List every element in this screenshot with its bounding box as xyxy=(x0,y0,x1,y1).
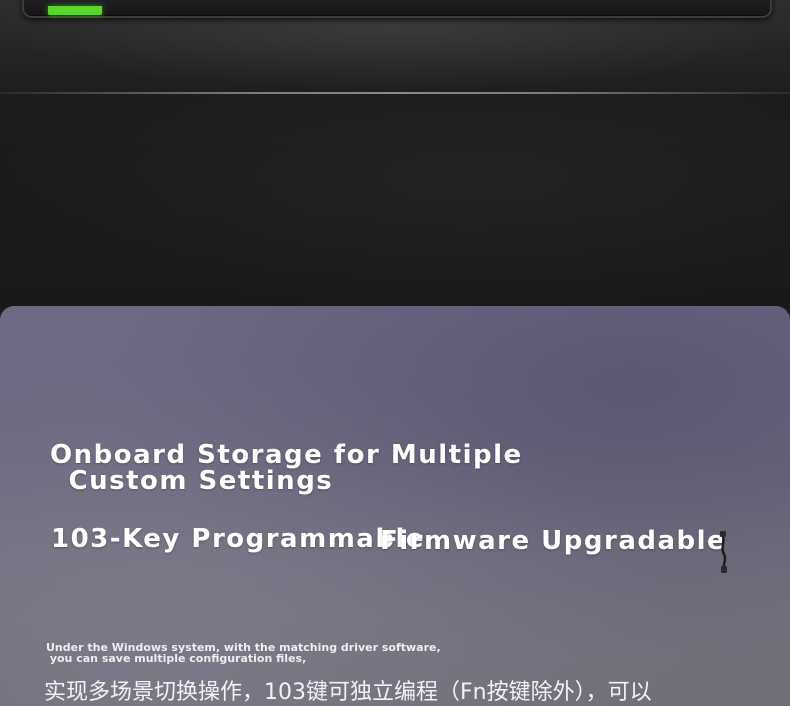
keys-heading: 103-Key Programmable xyxy=(51,524,425,554)
description-line2: you can save multiple configuration file… xyxy=(46,652,307,665)
keyboard-edge xyxy=(22,0,772,18)
top-band xyxy=(0,0,790,92)
firmware-heading: Firmware Upgradable xyxy=(380,526,727,556)
description-chinese: 实现多场景切换操作，103键可独立编程（Fn按键除外），可以 xyxy=(44,680,652,705)
dark-band xyxy=(0,94,790,306)
storage-heading-line2: Custom Settings xyxy=(58,466,334,496)
green-indicator-icon xyxy=(48,6,102,15)
cable-icon xyxy=(720,531,727,573)
